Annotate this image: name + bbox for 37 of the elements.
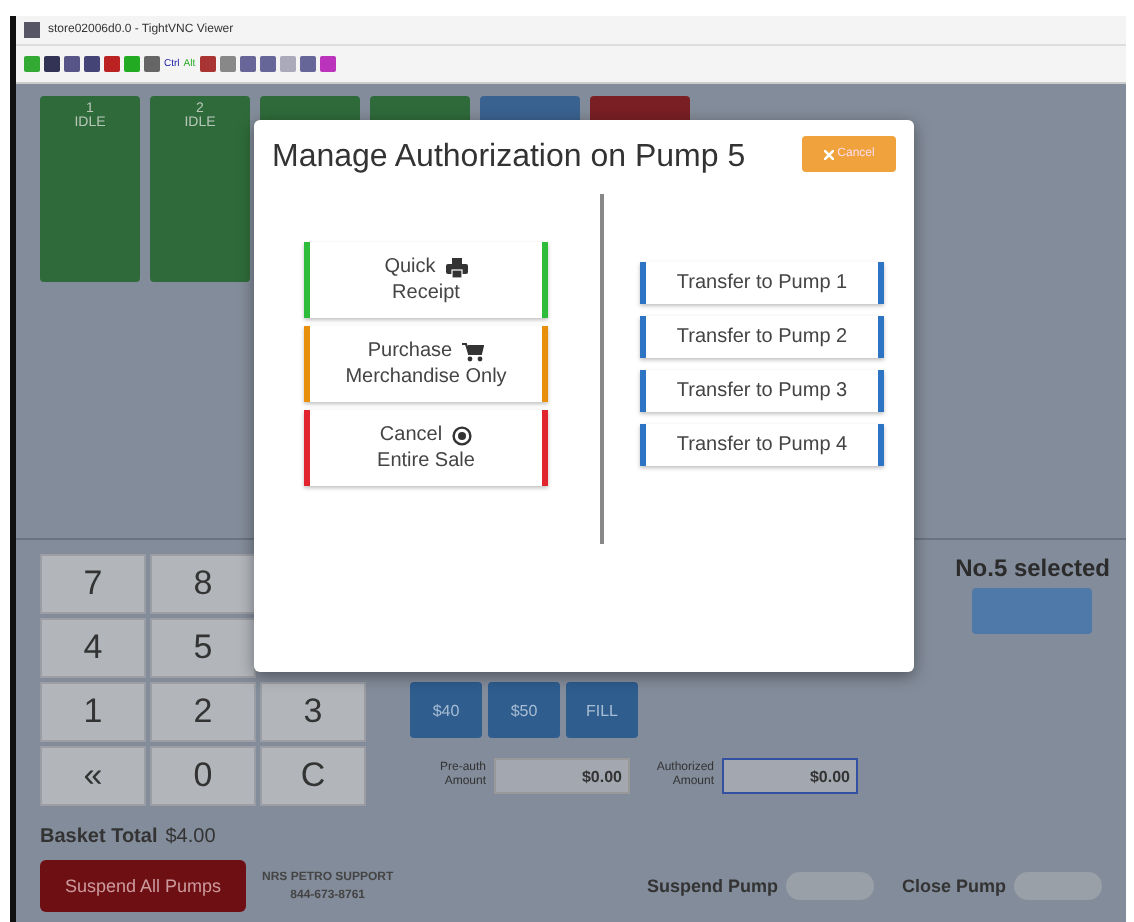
suspend-all-button[interactable]: Suspend All Pumps (40, 860, 246, 912)
keypad-key[interactable]: 8 (150, 554, 256, 614)
cancel-icon (452, 425, 473, 445)
control-label: Suspend Pump (646, 876, 778, 896)
printer-icon (445, 257, 468, 277)
transfer-button[interactable]: Transfer to Pump 1 (640, 262, 884, 304)
keypad-key[interactable]: 0 (150, 746, 256, 806)
transfer-button[interactable]: Transfer to Pump 3 (640, 370, 884, 412)
transfer-button[interactable]: Transfer to Pump 4 (640, 424, 884, 466)
keypad-key[interactable]: 5 (150, 618, 256, 678)
keypad-key[interactable]: 1 (40, 682, 146, 742)
selection-label: No.5 selected (955, 554, 1110, 582)
app-icon (24, 22, 40, 38)
action-button[interactable] (972, 588, 1093, 634)
close-icon (823, 149, 834, 159)
keypad-key[interactable]: 3 (260, 682, 366, 742)
keypad-key[interactable]: C (260, 746, 366, 806)
preauth-field[interactable]: $0.00 (494, 758, 630, 794)
basket-label: Basket Total (40, 826, 158, 848)
keypad-key[interactable]: « (40, 746, 146, 806)
basket-value: $4.00 (165, 826, 216, 848)
transfer-button[interactable]: Transfer to Pump 2 (640, 316, 884, 358)
keypad-key[interactable]: 7 (40, 554, 146, 614)
toggle-switch[interactable] (1014, 872, 1102, 900)
control-label: Close Pump (901, 876, 1006, 896)
preset-button[interactable]: FILL (566, 682, 638, 738)
action-button[interactable]: Cancel Entire Sale (304, 410, 548, 486)
modal-title: Manage Authorization on Pump 5 (272, 140, 746, 176)
keypad-key[interactable]: 2 (150, 682, 256, 742)
action-button[interactable]: Quick Receipt (304, 242, 548, 318)
cart-icon (462, 341, 485, 361)
authorized-field[interactable]: $0.00 (722, 758, 858, 794)
preset-button[interactable]: $50 (488, 682, 560, 738)
toggle-switch[interactable] (785, 872, 874, 900)
preset-button[interactable]: $40 (410, 682, 482, 738)
keypad-key[interactable]: 4 (40, 618, 146, 678)
action-button[interactable]: Purchase Merchandise Only (304, 326, 548, 402)
